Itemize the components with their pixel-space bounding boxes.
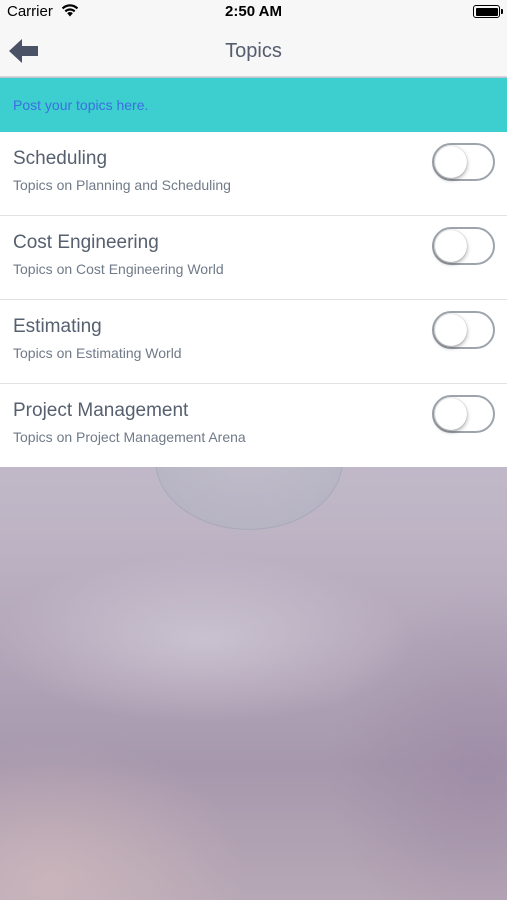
toggle-knob [435, 230, 467, 262]
clock: 2:50 AM [225, 3, 282, 20]
topic-subtitle: Topics on Cost Engineering World [13, 261, 224, 277]
background-image [0, 466, 507, 900]
topic-list: Scheduling Topics on Planning and Schedu… [0, 132, 507, 467]
toggle-cost-engineering[interactable] [432, 227, 495, 265]
toggle-scheduling[interactable] [432, 143, 495, 181]
toggle-knob [435, 146, 467, 178]
topic-row-cost-engineering: Cost Engineering Topics on Cost Engineer… [0, 216, 507, 300]
banner-text[interactable]: Post your topics here. [13, 97, 148, 113]
navigation-bar: Topics [0, 24, 507, 77]
topic-title: Project Management [13, 400, 189, 421]
topic-subtitle: Topics on Project Management Arena [13, 429, 246, 445]
toggle-knob [435, 398, 467, 430]
topic-row-estimating: Estimating Topics on Estimating World [0, 300, 507, 384]
post-topics-banner[interactable]: Post your topics here. [0, 78, 507, 132]
topic-subtitle: Topics on Planning and Scheduling [13, 177, 231, 193]
topic-subtitle: Topics on Estimating World [13, 345, 182, 361]
topic-title: Cost Engineering [13, 232, 159, 253]
topic-row-scheduling: Scheduling Topics on Planning and Schedu… [0, 132, 507, 216]
battery-icon [473, 5, 503, 18]
toggle-estimating[interactable] [432, 311, 495, 349]
toggle-knob [435, 314, 467, 346]
toggle-project-management[interactable] [432, 395, 495, 433]
topic-title: Estimating [13, 316, 102, 337]
status-bar: Carrier 2:50 AM [0, 0, 507, 24]
page-title: Topics [225, 40, 282, 62]
topic-row-project-management: Project Management Topics on Project Man… [0, 384, 507, 467]
topic-title: Scheduling [13, 148, 108, 169]
